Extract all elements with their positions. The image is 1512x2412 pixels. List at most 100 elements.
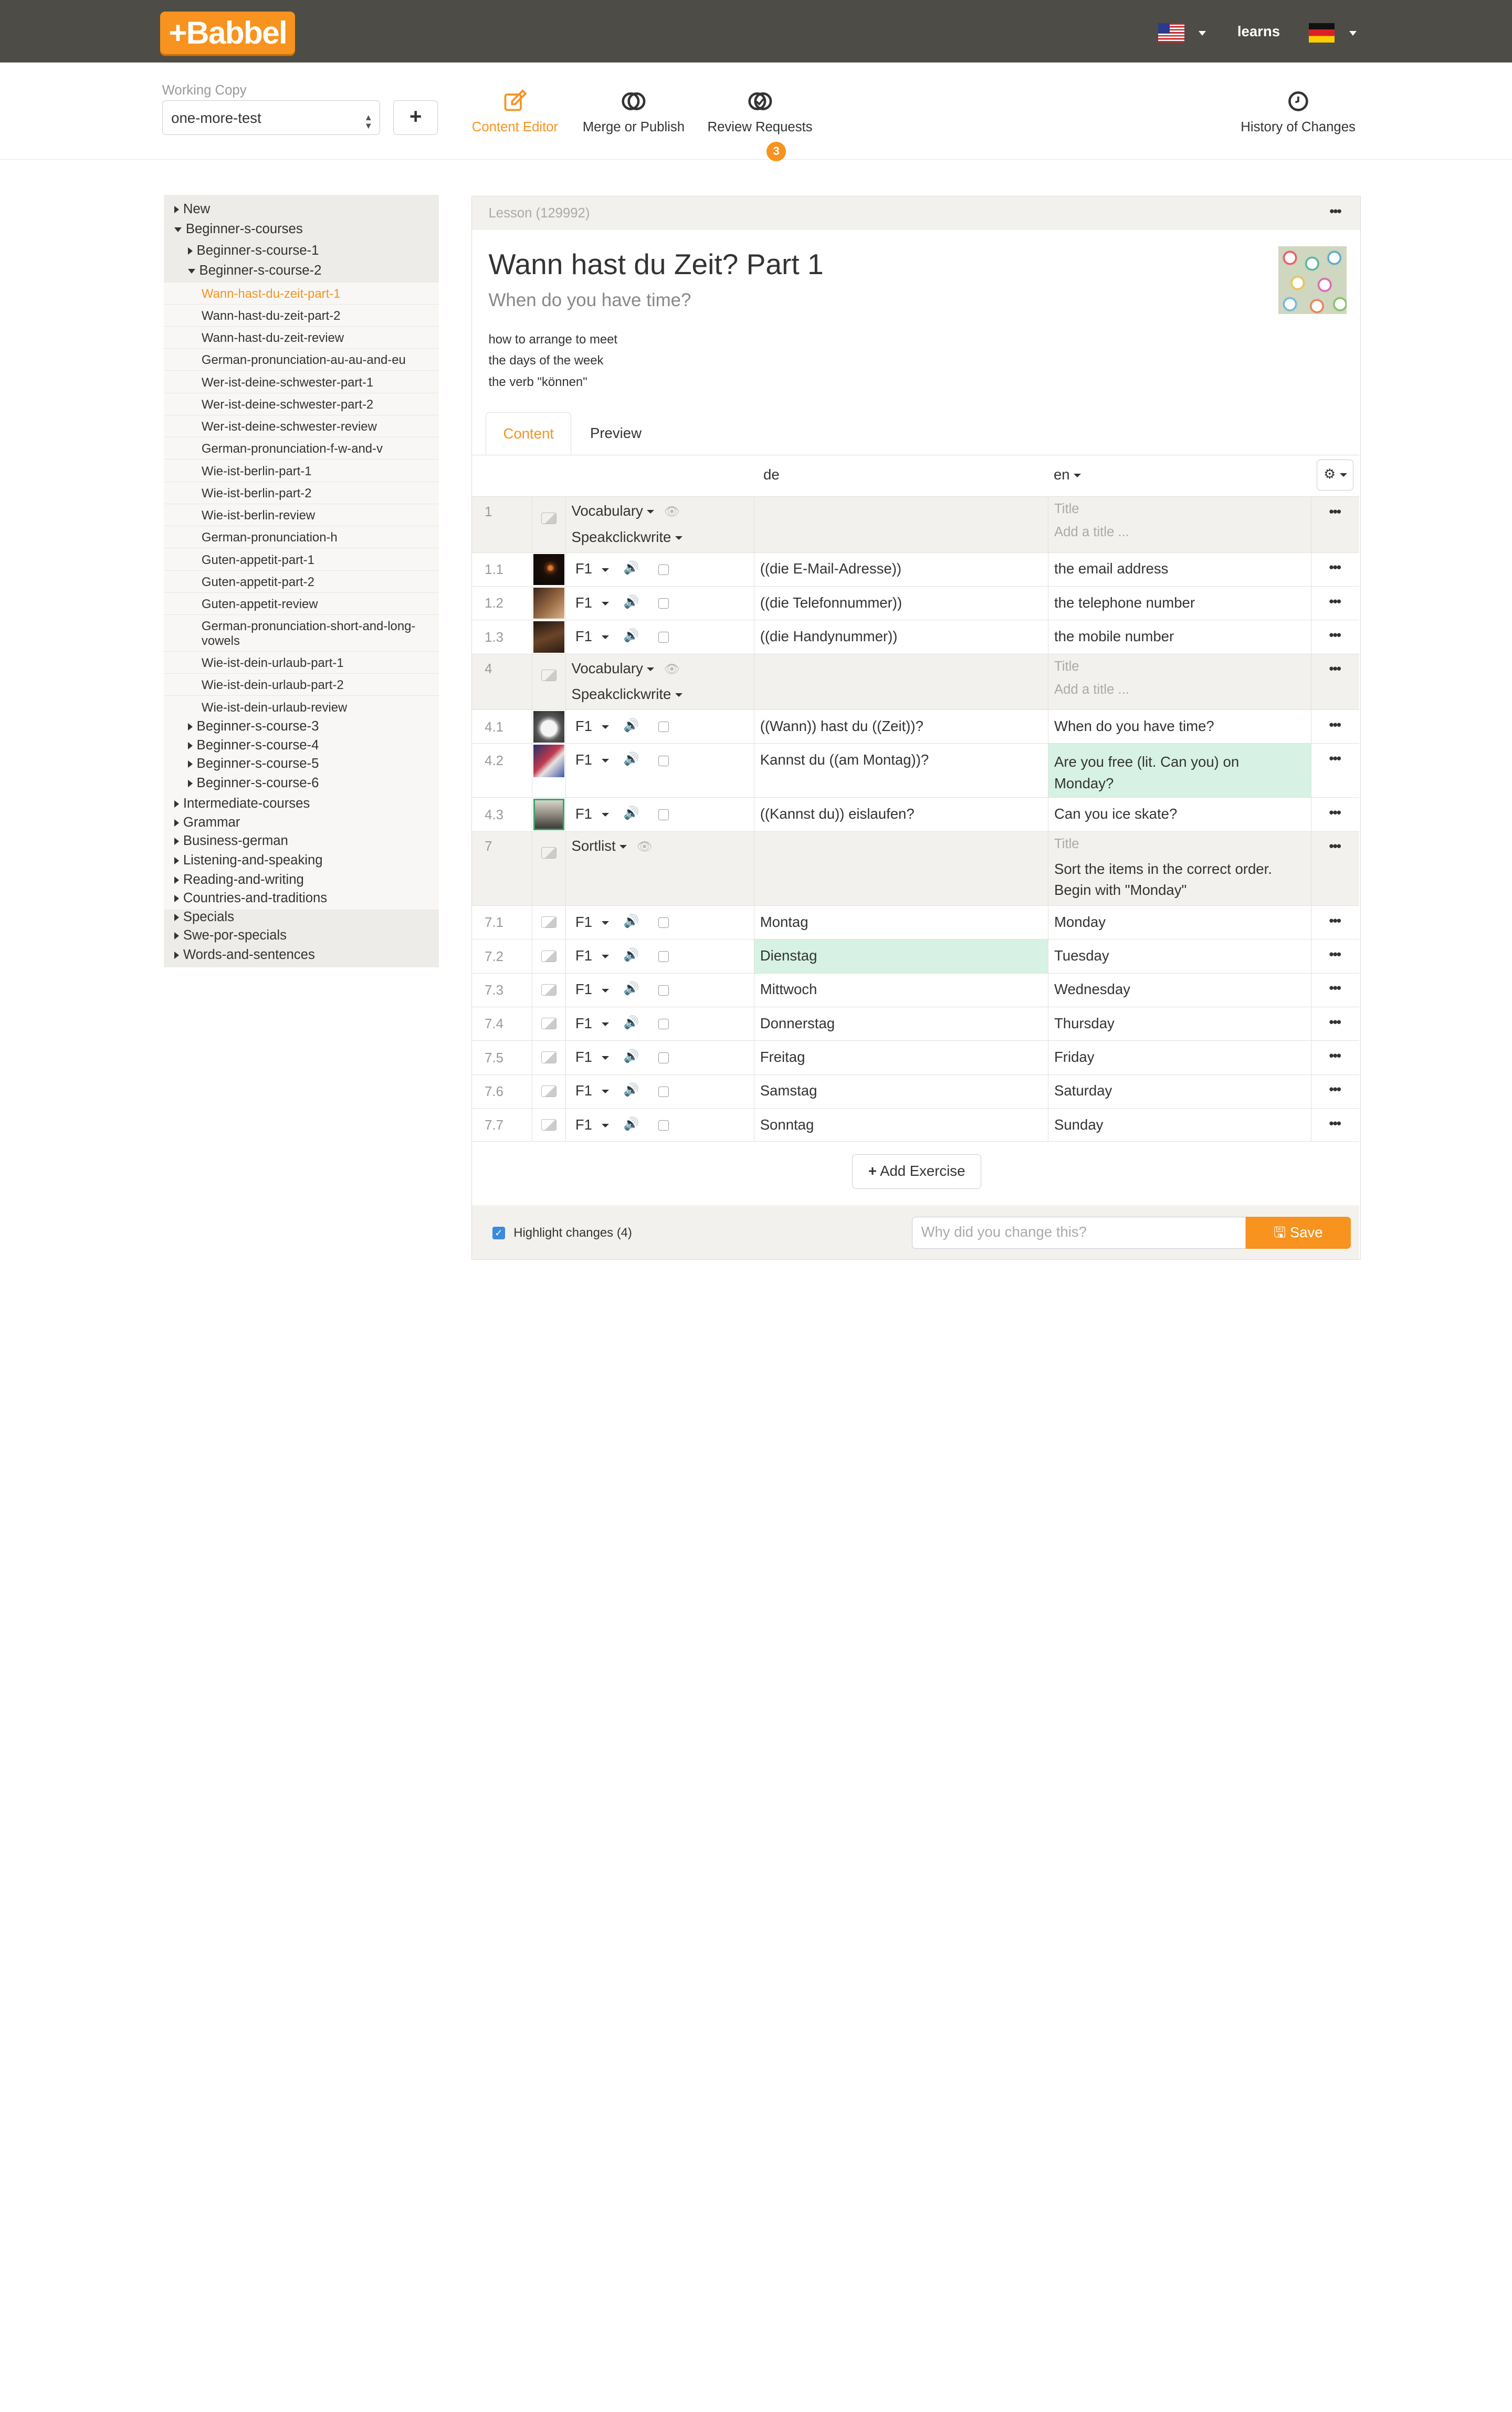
- de-cell-changed[interactable]: Dienstag: [753, 939, 1048, 973]
- tree-item-new[interactable]: New: [174, 202, 449, 217]
- lesson-item[interactable]: Wie-ist-berlin-part-1: [202, 464, 433, 479]
- tree-item-grammar[interactable]: Grammar: [174, 815, 449, 830]
- exercise-image-cell[interactable]: [532, 497, 566, 552]
- lesson-item[interactable]: German-pronunciation-h: [202, 530, 433, 545]
- format-dropdown[interactable]: F1: [575, 914, 610, 931]
- row-menu-button[interactable]: •••: [1329, 628, 1341, 643]
- lesson-item[interactable]: Guten-appetit-part-1: [202, 553, 433, 568]
- speaker-icon[interactable]: 🔊: [624, 628, 639, 643]
- en-cell[interactable]: Monday: [1047, 906, 1311, 939]
- working-copy-select[interactable]: one-more-test ▲ ▼: [162, 100, 380, 135]
- item-image-cell[interactable]: [532, 1074, 566, 1108]
- tree-item-reading[interactable]: Reading-and-writing: [174, 872, 449, 887]
- lesson-item[interactable]: Wie-ist-dein-urlaub-part-1: [202, 656, 433, 671]
- de-cell[interactable]: ((die E-Mail-Adresse)): [753, 552, 1048, 587]
- de-cell[interactable]: ((Kannst du)) eislaufen?: [753, 798, 1048, 831]
- row-menu-button[interactable]: •••: [1329, 718, 1341, 733]
- chevron-down-icon[interactable]: [1349, 30, 1357, 36]
- format-dropdown[interactable]: F1: [575, 718, 610, 735]
- column-en[interactable]: en: [1054, 466, 1081, 483]
- item-checkbox[interactable]: [658, 632, 669, 643]
- tab-content[interactable]: Content: [485, 412, 572, 455]
- item-image-cell[interactable]: [532, 1041, 566, 1074]
- item-checkbox[interactable]: [658, 1019, 669, 1030]
- tree-item-countries[interactable]: Countries-and-traditions: [174, 891, 449, 906]
- item-image-cell[interactable]: [532, 939, 566, 973]
- item-image-cell[interactable]: [532, 620, 566, 654]
- tree-item-specials[interactable]: Specials: [174, 910, 449, 925]
- en-cell[interactable]: Tuesday: [1047, 939, 1311, 973]
- item-image-cell[interactable]: [532, 973, 566, 1007]
- exercise-type-dropdown[interactable]: Vocabulary 👁: [571, 503, 679, 519]
- title-input[interactable]: Add a title ...: [1054, 525, 1129, 540]
- speaker-icon[interactable]: 🔊: [624, 1015, 639, 1030]
- row-menu-button[interactable]: •••: [1329, 560, 1341, 576]
- en-cell-changed[interactable]: Are you free (lit. Can you) on Monday?: [1047, 744, 1311, 798]
- eye-slash-icon[interactable]: 👁: [636, 839, 652, 854]
- format-dropdown[interactable]: F1: [575, 1015, 610, 1032]
- format-dropdown[interactable]: F1: [575, 628, 610, 645]
- row-menu-button[interactable]: •••: [1329, 1049, 1341, 1064]
- item-checkbox[interactable]: [658, 809, 669, 820]
- item-image-cell[interactable]: [532, 710, 566, 744]
- row-menu-button[interactable]: •••: [1329, 1116, 1341, 1132]
- row-menu-button[interactable]: •••: [1329, 947, 1341, 963]
- format-dropdown[interactable]: F1: [575, 806, 610, 822]
- de-cell[interactable]: Mittwoch: [753, 973, 1048, 1007]
- item-checkbox[interactable]: [658, 722, 669, 733]
- exercise-type-dropdown[interactable]: Sortlist 👁: [571, 838, 652, 854]
- lesson-item[interactable]: Guten-appetit-part-2: [202, 575, 433, 590]
- speaker-icon[interactable]: 🔊: [624, 981, 639, 996]
- speaker-icon[interactable]: 🔊: [624, 751, 639, 767]
- speaker-icon[interactable]: 🔊: [624, 560, 639, 576]
- speaker-icon[interactable]: 🔊: [624, 594, 639, 610]
- tree-item-swe-por[interactable]: Swe-por-specials: [174, 928, 449, 943]
- speaker-icon[interactable]: 🔊: [624, 1116, 639, 1132]
- item-image-cell[interactable]: [532, 744, 566, 798]
- row-menu-button[interactable]: •••: [1329, 505, 1341, 520]
- exercise-image-cell[interactable]: [532, 654, 566, 710]
- row-menu-button[interactable]: •••: [1329, 594, 1341, 610]
- speaker-icon[interactable]: 🔊: [624, 718, 639, 733]
- format-dropdown[interactable]: F1: [575, 981, 610, 998]
- babbel-logo[interactable]: +Babbel: [160, 12, 296, 54]
- tree-item-course-4[interactable]: Beginner-s-course-4: [188, 738, 463, 753]
- review-requests-nav[interactable]: Review Requests: [705, 89, 815, 135]
- lesson-item[interactable]: German-pronunciation-f-w-and-v: [202, 442, 433, 456]
- speaker-icon[interactable]: 🔊: [624, 914, 639, 929]
- item-checkbox[interactable]: [658, 951, 669, 962]
- format-dropdown[interactable]: F1: [575, 751, 610, 768]
- chevron-down-icon[interactable]: [1199, 30, 1206, 36]
- exercise-subtype-dropdown[interactable]: Speakclickwrite: [571, 686, 682, 703]
- exercise-image-cell[interactable]: [532, 831, 566, 906]
- en-cell[interactable]: Title Add a title ...: [1047, 654, 1311, 710]
- lesson-item[interactable]: Wann-hast-du-zeit-part-2: [202, 309, 433, 323]
- merge-publish-nav[interactable]: Merge or Publish: [579, 89, 688, 135]
- lesson-item[interactable]: Wer-ist-deine-schwester-part-2: [202, 398, 433, 412]
- speaker-icon[interactable]: 🔊: [624, 947, 639, 963]
- de-cell[interactable]: ((Wann)) hast du ((Zeit))?: [753, 710, 1048, 744]
- en-cell[interactable]: Thursday: [1047, 1007, 1311, 1041]
- row-menu-button[interactable]: •••: [1329, 981, 1341, 996]
- en-cell[interactable]: the email address: [1047, 552, 1311, 587]
- tree-item-course-5[interactable]: Beginner-s-course-5: [188, 756, 463, 771]
- en-cell[interactable]: Friday: [1047, 1041, 1311, 1074]
- en-cell[interactable]: Wednesday: [1047, 973, 1311, 1007]
- de-cell[interactable]: Montag: [753, 906, 1048, 939]
- tree-item-intermediate[interactable]: Intermediate-courses: [174, 796, 449, 811]
- lesson-item[interactable]: Wer-ist-deine-schwester-review: [202, 420, 433, 434]
- lesson-item[interactable]: Wann-hast-du-zeit-review: [202, 331, 433, 346]
- item-checkbox[interactable]: [658, 917, 669, 928]
- en-cell[interactable]: the mobile number: [1047, 620, 1311, 654]
- eye-icon[interactable]: 👁: [664, 504, 679, 519]
- row-menu-button[interactable]: •••: [1329, 1015, 1341, 1030]
- item-checkbox[interactable]: [658, 564, 669, 575]
- row-menu-button[interactable]: •••: [1329, 662, 1341, 677]
- item-checkbox[interactable]: [658, 598, 669, 609]
- item-checkbox[interactable]: [658, 985, 669, 996]
- title-input[interactable]: Sort the items in the correct order. Beg…: [1054, 859, 1295, 901]
- tree-item-listening[interactable]: Listening-and-speaking: [174, 853, 449, 868]
- lesson-item[interactable]: Wie-ist-dein-urlaub-review: [202, 701, 433, 715]
- lesson-item[interactable]: German-pronunciation-short-and-long-vowe…: [202, 619, 433, 648]
- speaker-icon[interactable]: 🔊: [624, 1049, 639, 1064]
